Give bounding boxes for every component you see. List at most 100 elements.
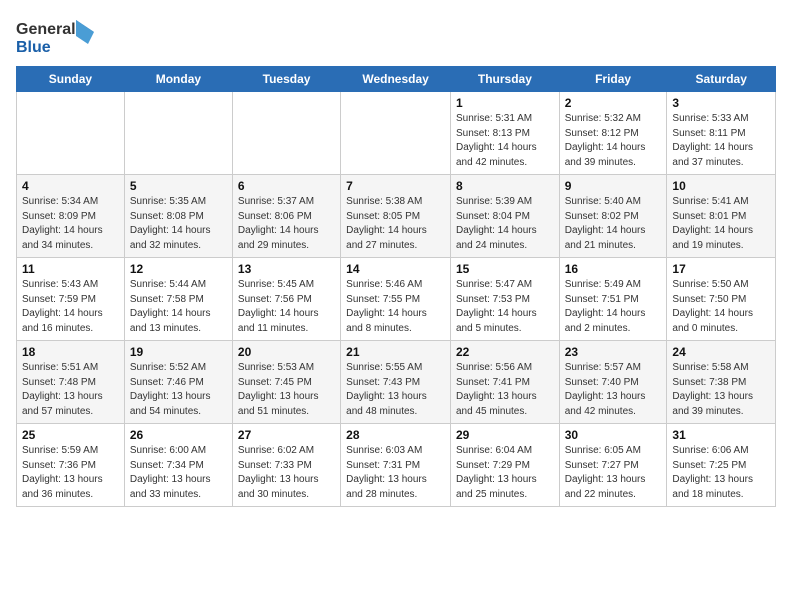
day-number: 14 (346, 262, 445, 276)
day-number: 8 (456, 179, 554, 193)
day-info: Sunrise: 5:40 AMSunset: 8:02 PMDaylight:… (565, 195, 662, 253)
calendar-cell (124, 92, 232, 175)
day-info: Sunrise: 6:04 AMSunset: 7:29 PMDaylight:… (456, 444, 554, 502)
calendar-cell: 9 Sunrise: 5:40 AMSunset: 8:02 PMDaylight… (559, 175, 667, 258)
svg-text:General: General (16, 21, 76, 38)
day-number: 26 (130, 428, 227, 442)
day-info: Sunrise: 5:55 AMSunset: 7:43 PMDaylight:… (346, 361, 445, 419)
page-header: GeneralBlue (16, 16, 776, 56)
logo-icon: GeneralBlue (16, 16, 96, 56)
calendar-cell: 11Sunrise: 5:43 AMSunset: 7:59 PMDayligh… (17, 258, 125, 341)
calendar-cell (341, 92, 451, 175)
day-info: Sunrise: 5:56 AMSunset: 7:41 PMDaylight:… (456, 361, 554, 419)
calendar-table: SundayMondayTuesdayWednesdayThursdayFrid… (16, 66, 776, 507)
day-info: Sunrise: 5:31 AMSunset: 8:13 PMDaylight:… (456, 112, 554, 170)
day-info: Sunrise: 5:33 AMSunset: 8:11 PMDaylight:… (672, 112, 770, 170)
day-number: 7 (346, 179, 445, 193)
calendar-cell: 12Sunrise: 5:44 AMSunset: 7:58 PMDayligh… (124, 258, 232, 341)
day-info: Sunrise: 6:05 AMSunset: 7:27 PMDaylight:… (565, 444, 662, 502)
calendar-cell: 25Sunrise: 5:59 AMSunset: 7:36 PMDayligh… (17, 424, 125, 507)
day-info: Sunrise: 5:51 AMSunset: 7:48 PMDaylight:… (22, 361, 119, 419)
calendar-cell: 13Sunrise: 5:45 AMSunset: 7:56 PMDayligh… (232, 258, 340, 341)
calendar-cell: 4 Sunrise: 5:34 AMSunset: 8:09 PMDaylight… (17, 175, 125, 258)
day-number: 23 (565, 345, 662, 359)
day-info: Sunrise: 5:46 AMSunset: 7:55 PMDaylight:… (346, 278, 445, 336)
day-info: Sunrise: 5:57 AMSunset: 7:40 PMDaylight:… (565, 361, 662, 419)
calendar-cell: 20Sunrise: 5:53 AMSunset: 7:45 PMDayligh… (232, 341, 340, 424)
calendar-cell: 8 Sunrise: 5:39 AMSunset: 8:04 PMDaylight… (450, 175, 559, 258)
day-number: 3 (672, 96, 770, 110)
day-number: 21 (346, 345, 445, 359)
day-info: Sunrise: 6:02 AMSunset: 7:33 PMDaylight:… (238, 444, 335, 502)
calendar-cell: 27Sunrise: 6:02 AMSunset: 7:33 PMDayligh… (232, 424, 340, 507)
day-header-thursday: Thursday (450, 67, 559, 92)
calendar-week-row: 11Sunrise: 5:43 AMSunset: 7:59 PMDayligh… (17, 258, 776, 341)
day-info: Sunrise: 5:38 AMSunset: 8:05 PMDaylight:… (346, 195, 445, 253)
day-info: Sunrise: 5:45 AMSunset: 7:56 PMDaylight:… (238, 278, 335, 336)
day-info: Sunrise: 5:39 AMSunset: 8:04 PMDaylight:… (456, 195, 554, 253)
day-info: Sunrise: 5:35 AMSunset: 8:08 PMDaylight:… (130, 195, 227, 253)
day-info: Sunrise: 5:34 AMSunset: 8:09 PMDaylight:… (22, 195, 119, 253)
day-info: Sunrise: 5:52 AMSunset: 7:46 PMDaylight:… (130, 361, 227, 419)
calendar-week-row: 4 Sunrise: 5:34 AMSunset: 8:09 PMDaylight… (17, 175, 776, 258)
day-info: Sunrise: 5:49 AMSunset: 7:51 PMDaylight:… (565, 278, 662, 336)
calendar-week-row: 1Sunrise: 5:31 AMSunset: 8:13 PMDaylight… (17, 92, 776, 175)
day-info: Sunrise: 5:47 AMSunset: 7:53 PMDaylight:… (456, 278, 554, 336)
calendar-cell: 18 Sunrise: 5:51 AMSunset: 7:48 PMDayligh… (17, 341, 125, 424)
day-number: 22 (456, 345, 554, 359)
day-info: Sunrise: 5:32 AMSunset: 8:12 PMDaylight:… (565, 112, 662, 170)
calendar-cell: 5 Sunrise: 5:35 AMSunset: 8:08 PMDaylight… (124, 175, 232, 258)
day-info: Sunrise: 5:41 AMSunset: 8:01 PMDaylight:… (672, 195, 770, 253)
calendar-cell: 29 Sunrise: 6:04 AMSunset: 7:29 PMDayligh… (450, 424, 559, 507)
day-header-sunday: Sunday (17, 67, 125, 92)
day-number: 17 (672, 262, 770, 276)
calendar-cell: 7 Sunrise: 5:38 AMSunset: 8:05 PMDaylight… (341, 175, 451, 258)
day-number: 31 (672, 428, 770, 442)
calendar-cell: 2 Sunrise: 5:32 AMSunset: 8:12 PMDaylight… (559, 92, 667, 175)
day-info: Sunrise: 5:37 AMSunset: 8:06 PMDaylight:… (238, 195, 335, 253)
calendar-cell: 3 Sunrise: 5:33 AMSunset: 8:11 PMDaylight… (667, 92, 776, 175)
day-number: 29 (456, 428, 554, 442)
calendar-cell: 17 Sunrise: 5:50 AMSunset: 7:50 PMDayligh… (667, 258, 776, 341)
day-info: Sunrise: 5:59 AMSunset: 7:36 PMDaylight:… (22, 444, 119, 502)
day-number: 5 (130, 179, 227, 193)
day-number: 30 (565, 428, 662, 442)
calendar-cell: 23 Sunrise: 5:57 AMSunset: 7:40 PMDayligh… (559, 341, 667, 424)
calendar-cell: 14 Sunrise: 5:46 AMSunset: 7:55 PMDayligh… (341, 258, 451, 341)
calendar-cell: 15 Sunrise: 5:47 AMSunset: 7:53 PMDayligh… (450, 258, 559, 341)
day-info: Sunrise: 6:06 AMSunset: 7:25 PMDaylight:… (672, 444, 770, 502)
calendar-header-row: SundayMondayTuesdayWednesdayThursdayFrid… (17, 67, 776, 92)
day-info: Sunrise: 6:03 AMSunset: 7:31 PMDaylight:… (346, 444, 445, 502)
day-info: Sunrise: 5:43 AMSunset: 7:59 PMDaylight:… (22, 278, 119, 336)
day-number: 10 (672, 179, 770, 193)
calendar-cell: 28 Sunrise: 6:03 AMSunset: 7:31 PMDayligh… (341, 424, 451, 507)
day-number: 6 (238, 179, 335, 193)
calendar-cell: 31 Sunrise: 6:06 AMSunset: 7:25 PMDayligh… (667, 424, 776, 507)
day-header-saturday: Saturday (667, 67, 776, 92)
day-number: 15 (456, 262, 554, 276)
day-number: 18 (22, 345, 119, 359)
calendar-cell: 21 Sunrise: 5:55 AMSunset: 7:43 PMDayligh… (341, 341, 451, 424)
day-number: 19 (130, 345, 227, 359)
day-header-wednesday: Wednesday (341, 67, 451, 92)
day-info: Sunrise: 5:50 AMSunset: 7:50 PMDaylight:… (672, 278, 770, 336)
calendar-cell: 10 Sunrise: 5:41 AMSunset: 8:01 PMDayligh… (667, 175, 776, 258)
calendar-cell: 26Sunrise: 6:00 AMSunset: 7:34 PMDayligh… (124, 424, 232, 507)
day-header-tuesday: Tuesday (232, 67, 340, 92)
calendar-cell: 1Sunrise: 5:31 AMSunset: 8:13 PMDaylight… (450, 92, 559, 175)
day-number: 24 (672, 345, 770, 359)
calendar-week-row: 25Sunrise: 5:59 AMSunset: 7:36 PMDayligh… (17, 424, 776, 507)
calendar-cell: 22 Sunrise: 5:56 AMSunset: 7:41 PMDayligh… (450, 341, 559, 424)
day-number: 28 (346, 428, 445, 442)
day-number: 16 (565, 262, 662, 276)
svg-text:Blue: Blue (16, 39, 51, 56)
day-number: 20 (238, 345, 335, 359)
day-info: Sunrise: 5:44 AMSunset: 7:58 PMDaylight:… (130, 278, 227, 336)
day-number: 2 (565, 96, 662, 110)
calendar-cell: 16 Sunrise: 5:49 AMSunset: 7:51 PMDayligh… (559, 258, 667, 341)
day-number: 9 (565, 179, 662, 193)
calendar-cell (17, 92, 125, 175)
calendar-cell: 6 Sunrise: 5:37 AMSunset: 8:06 PMDaylight… (232, 175, 340, 258)
day-info: Sunrise: 5:58 AMSunset: 7:38 PMDaylight:… (672, 361, 770, 419)
day-number: 4 (22, 179, 119, 193)
